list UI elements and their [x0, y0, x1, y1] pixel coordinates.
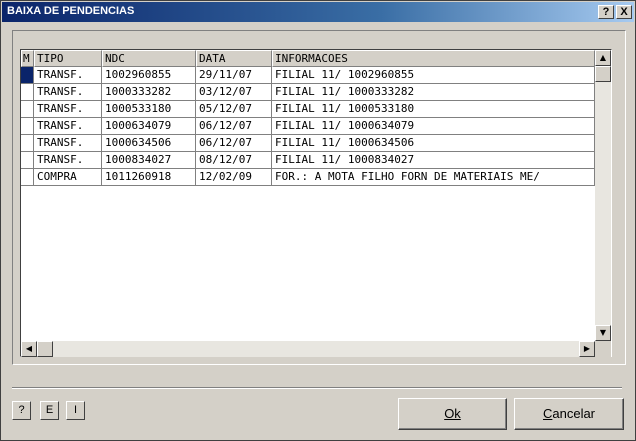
- cell-ndc[interactable]: 1000533180: [102, 101, 196, 118]
- dialog-window: BAIXA DE PENDENCIAS ? X M TIPO NDC DATA …: [0, 0, 636, 441]
- scroll-up-button[interactable]: ▲: [595, 50, 611, 66]
- scroll-right-button[interactable]: ▶: [579, 341, 595, 357]
- cell-informacoes[interactable]: FILIAL 11/ 1002960855: [272, 67, 595, 84]
- cell-informacoes[interactable]: FILIAL 11/ 1000533180: [272, 101, 595, 118]
- cell-informacoes[interactable]: FILIAL 11/ 1000634506: [272, 135, 595, 152]
- horizontal-scroll-thumb[interactable]: [37, 341, 53, 357]
- cancel-button[interactable]: Cancelar: [514, 398, 624, 430]
- cell-ndc[interactable]: 1011260918: [102, 169, 196, 186]
- cell-ndc[interactable]: 1000333282: [102, 84, 196, 101]
- cell-ndc[interactable]: 1000634079: [102, 118, 196, 135]
- pendencias-grid[interactable]: M TIPO NDC DATA INFORMACOES TRANSF. 10029…: [20, 49, 612, 357]
- cell-mark[interactable]: [21, 135, 34, 152]
- ok-button-label: Ok: [444, 406, 461, 421]
- cell-mark[interactable]: [21, 169, 34, 186]
- cell-tipo[interactable]: TRANSF.: [34, 84, 102, 101]
- table-row[interactable]: TRANSF. 1000333282 03/12/07 FILIAL 11/ 1000…: [21, 84, 595, 101]
- cell-mark[interactable]: [21, 84, 34, 101]
- cell-data[interactable]: 12/02/09: [196, 169, 272, 186]
- cell-mark[interactable]: [21, 67, 34, 84]
- cell-tipo[interactable]: TRANSF.: [34, 152, 102, 169]
- scrollbar-corner: [595, 341, 611, 357]
- column-header-tipo[interactable]: TIPO: [34, 50, 102, 67]
- column-header-ndc[interactable]: NDC: [102, 50, 196, 67]
- grid-body: M TIPO NDC DATA INFORMACOES TRANSF. 10029…: [21, 50, 595, 341]
- cell-ndc[interactable]: 1000834027: [102, 152, 196, 169]
- column-header-m[interactable]: M: [21, 50, 34, 67]
- table-row[interactable]: TRANSF. 1002960855 29/11/07 FILIAL 11/ 1002…: [21, 67, 595, 84]
- table-row[interactable]: TRANSF. 1000533180 05/12/07 FILIAL 11/ 1000…: [21, 101, 595, 118]
- cancel-button-label: Cancelar: [542, 406, 596, 421]
- separator-line: [12, 387, 622, 389]
- cell-tipo[interactable]: TRANSF.: [34, 118, 102, 135]
- cell-mark[interactable]: [21, 118, 34, 135]
- scroll-left-button[interactable]: ◀: [21, 341, 37, 357]
- ok-button[interactable]: Ok: [398, 398, 507, 430]
- cell-informacoes[interactable]: FILIAL 11/ 1000333282: [272, 84, 595, 101]
- table-row[interactable]: COMPRA 1011260918 12/02/09 FOR.: A MOTA FIL…: [21, 169, 595, 186]
- column-header-informacoes[interactable]: INFORMACOES: [272, 50, 595, 67]
- vertical-scroll-thumb[interactable]: [595, 66, 611, 82]
- scroll-down-button[interactable]: ▼: [595, 325, 611, 341]
- title-bar[interactable]: BAIXA DE PENDENCIAS ? X: [2, 2, 634, 22]
- help-button[interactable]: ?: [12, 401, 31, 420]
- help-title-button[interactable]: ?: [598, 5, 614, 19]
- e-button[interactable]: E: [40, 401, 59, 420]
- cell-mark[interactable]: [21, 152, 34, 169]
- column-header-data[interactable]: DATA: [196, 50, 272, 67]
- window-title: BAIXA DE PENDENCIAS: [7, 5, 135, 17]
- cell-data[interactable]: 29/11/07: [196, 67, 272, 84]
- cell-informacoes[interactable]: FILIAL 11/ 1000634079: [272, 118, 595, 135]
- cell-informacoes[interactable]: FOR.: A MOTA FILHO FORN DE MATERIAIS ME/: [272, 169, 595, 186]
- cell-data[interactable]: 08/12/07: [196, 152, 272, 169]
- close-title-button[interactable]: X: [616, 5, 632, 19]
- cell-data[interactable]: 03/12/07: [196, 84, 272, 101]
- vertical-scrollbar[interactable]: ▲ ▼: [595, 50, 611, 341]
- cell-data[interactable]: 05/12/07: [196, 101, 272, 118]
- table-row[interactable]: TRANSF. 1000634079 06/12/07 FILIAL 11/ 1000…: [21, 118, 595, 135]
- cell-ndc[interactable]: 1000634506: [102, 135, 196, 152]
- cell-ndc[interactable]: 1002960855: [102, 67, 196, 84]
- cell-tipo[interactable]: TRANSF.: [34, 67, 102, 84]
- cell-data[interactable]: 06/12/07: [196, 118, 272, 135]
- cell-tipo[interactable]: TRANSF.: [34, 101, 102, 118]
- cell-informacoes[interactable]: FILIAL 11/ 1000834027: [272, 152, 595, 169]
- i-button[interactable]: I: [66, 401, 85, 420]
- cell-tipo[interactable]: COMPRA: [34, 169, 102, 186]
- table-row[interactable]: TRANSF. 1000834027 08/12/07 FILIAL 11/ 1000…: [21, 152, 595, 169]
- cell-data[interactable]: 06/12/07: [196, 135, 272, 152]
- horizontal-scrollbar[interactable]: ◀ ▶: [21, 341, 595, 357]
- table-row[interactable]: TRANSF. 1000634506 06/12/07 FILIAL 11/ 1000…: [21, 135, 595, 152]
- cell-mark[interactable]: [21, 101, 34, 118]
- cell-tipo[interactable]: TRANSF.: [34, 135, 102, 152]
